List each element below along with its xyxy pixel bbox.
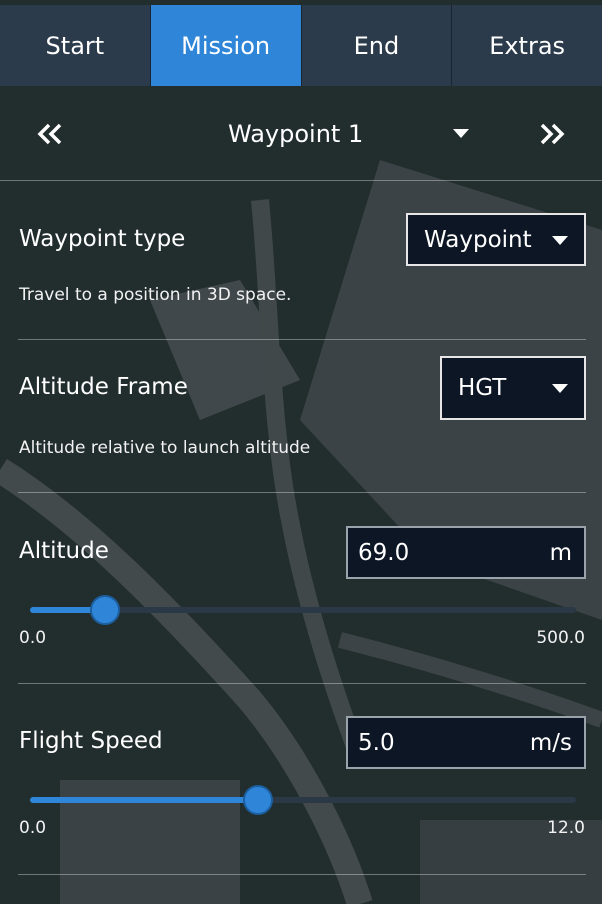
altitude-input[interactable]: 69.0 m — [346, 526, 586, 579]
altitude-frame-description: Altitude relative to launch altitude — [19, 438, 311, 458]
flight-speed-label: Flight Speed — [19, 728, 163, 754]
slider-thumb[interactable] — [90, 595, 121, 625]
waypoint-type-value: Waypoint — [424, 226, 532, 253]
altitude-value: 69.0 — [358, 539, 410, 566]
waypoint-selector[interactable]: Waypoint 1 — [228, 86, 363, 181]
flight-speed-unit: m/s — [529, 729, 572, 756]
double-chevron-left-icon[interactable] — [20, 86, 80, 181]
altitude-slider[interactable] — [30, 590, 576, 630]
header-divider — [0, 180, 602, 181]
waypoint-type-description: Travel to a position in 3D space. — [19, 285, 292, 305]
tab-start[interactable]: Start — [0, 5, 151, 86]
altitude-min: 0.0 — [19, 628, 47, 648]
section-divider — [18, 683, 586, 684]
flight-speed-value: 5.0 — [358, 729, 395, 756]
tab-end[interactable]: End — [301, 5, 453, 86]
waypoint-type-select[interactable]: Waypoint — [406, 213, 586, 266]
caret-down-icon[interactable] — [453, 129, 469, 138]
flight-speed-min: 0.0 — [19, 818, 47, 838]
section-divider — [18, 492, 586, 493]
caret-down-icon — [552, 384, 568, 393]
flight-speed-input[interactable]: 5.0 m/s — [346, 716, 586, 769]
mission-tabs: Start Mission End Extras — [0, 5, 602, 86]
caret-down-icon — [552, 235, 568, 245]
waypoint-type-label: Waypoint type — [19, 226, 186, 252]
tab-extras[interactable]: Extras — [452, 5, 602, 86]
altitude-frame-value: HGT — [458, 375, 507, 401]
altitude-frame-label: Altitude Frame — [19, 374, 188, 400]
tab-mission[interactable]: Mission — [150, 5, 302, 86]
flight-speed-slider[interactable] — [30, 780, 576, 820]
altitude-label: Altitude — [19, 538, 109, 564]
slider-thumb[interactable] — [242, 785, 273, 815]
altitude-unit: m — [549, 539, 572, 566]
section-divider — [18, 339, 586, 340]
double-chevron-right-icon[interactable] — [522, 86, 582, 181]
slider-fill — [30, 797, 258, 803]
flight-speed-max: 12.0 — [547, 818, 585, 838]
section-divider — [18, 874, 586, 875]
waypoint-navigator: Waypoint 1 — [0, 86, 602, 181]
altitude-max: 500.0 — [536, 628, 585, 648]
altitude-frame-select[interactable]: HGT — [440, 356, 586, 420]
